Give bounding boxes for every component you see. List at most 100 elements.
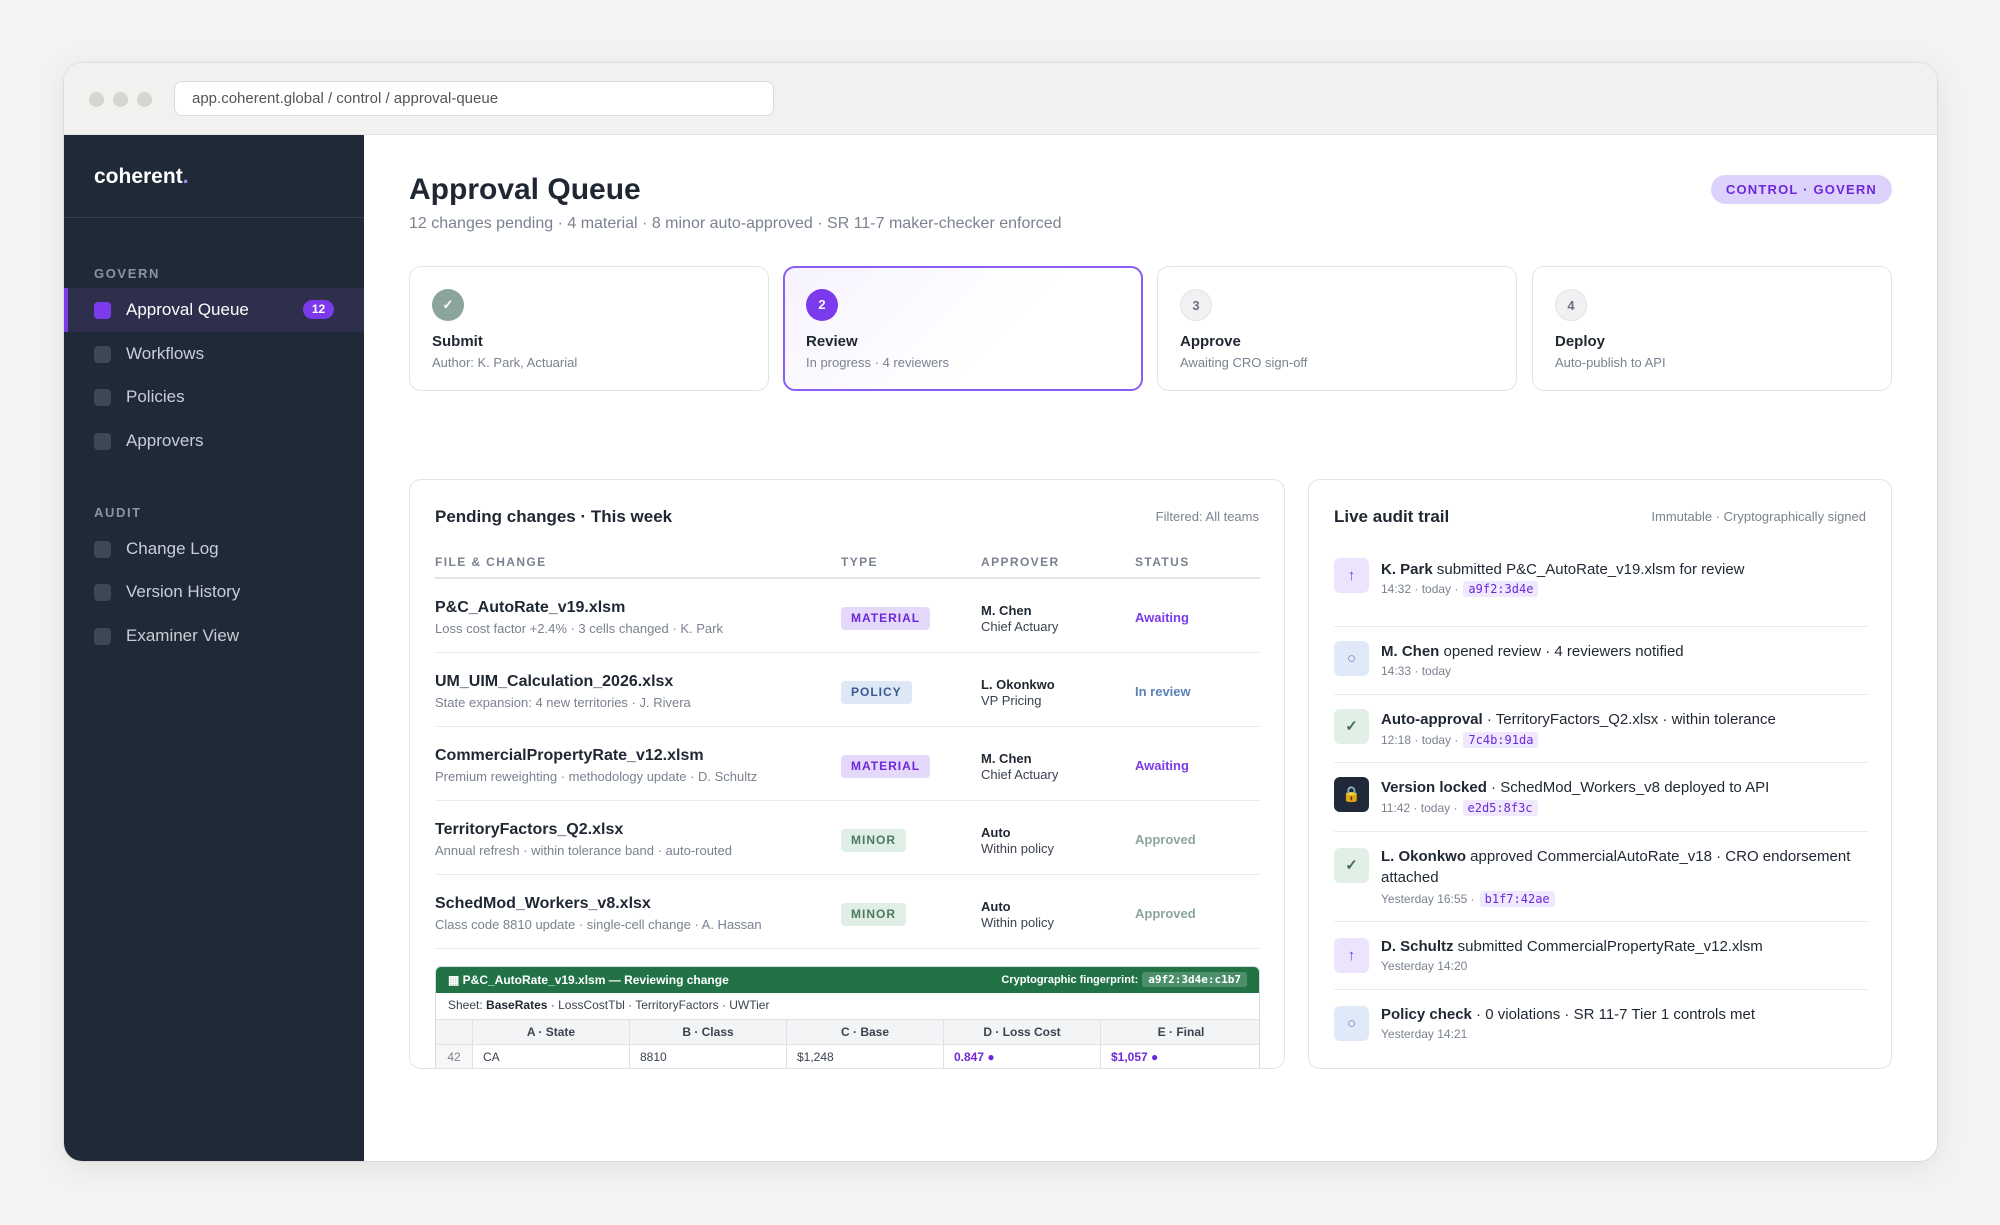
file-name[interactable]: SchedMod_Workers_v8.xlsx xyxy=(435,895,651,913)
window-zoom-dot[interactable] xyxy=(137,92,152,107)
event-text: M. Chen opened review · 4 reviewers noti… xyxy=(1381,643,1684,660)
version-history-icon xyxy=(94,584,111,601)
approvers-icon xyxy=(94,433,111,450)
upload-icon: ↑ xyxy=(1334,558,1369,593)
audit-event[interactable]: 🔒 Version locked · SchedMod_Workers_v8 d… xyxy=(1334,763,1869,832)
pending-changes-card: Pending changes · This week Filtered: Al… xyxy=(409,479,1285,1069)
audit-event[interactable]: ↑ K. Park submitted P&C_AutoRate_v19.xls… xyxy=(1334,558,1869,627)
grid-cell-changed[interactable]: 0.847 ● xyxy=(944,1045,1101,1068)
grid-column-header[interactable]: C · Base xyxy=(787,1020,944,1046)
grid-column-header[interactable]: D · Loss Cost xyxy=(944,1020,1101,1046)
sidebar-item-label: Approvers xyxy=(126,431,204,450)
audit-trail-card: Live audit trail Immutable · Cryptograph… xyxy=(1308,479,1892,1069)
step-description: Awaiting CRO sign-off xyxy=(1180,355,1308,370)
audit-trail-title: Live audit trail xyxy=(1334,507,1450,526)
approver-role: Chief Actuary xyxy=(981,619,1059,634)
address-bar[interactable]: app.coherent.global / control / approval… xyxy=(174,81,774,116)
table-row[interactable]: P&C_AutoRate_v19.xlsm Loss cost factor +… xyxy=(435,579,1260,653)
audit-event[interactable]: ✓ L. Okonkwo approved CommercialAutoRate… xyxy=(1334,832,1869,922)
check-icon: ✓ xyxy=(432,289,464,321)
file-name[interactable]: UM_UIM_Calculation_2026.xlsx xyxy=(435,673,673,691)
sidebar-item-label: Version History xyxy=(126,582,241,601)
grid-cell-changed[interactable]: $1,057 ● xyxy=(1101,1045,1259,1068)
event-meta: 11:42 · today · e2d5:8f3c xyxy=(1381,800,1538,816)
column-header-status[interactable]: STATUS xyxy=(1135,555,1190,569)
status-label: Approved xyxy=(1135,832,1196,847)
audit-event[interactable]: ○ M. Chen opened review · 4 reviewers no… xyxy=(1334,627,1869,695)
event-meta: Yesterday 16:55 · b1f7:42ae xyxy=(1381,891,1555,907)
event-meta: Yesterday 14:20 xyxy=(1381,959,1468,973)
step-title: Review xyxy=(806,333,858,350)
file-name[interactable]: P&C_AutoRate_v19.xlsm xyxy=(435,599,625,617)
lock-icon: 🔒 xyxy=(1334,777,1369,812)
step-deploy[interactable]: 4 Deploy Auto-publish to API xyxy=(1532,266,1892,391)
grid-column-header[interactable]: E · Final xyxy=(1101,1020,1259,1046)
step-title: Approve xyxy=(1180,333,1241,350)
section-badge: CONTROL · GOVERN xyxy=(1710,175,1892,204)
workflows-icon xyxy=(94,346,111,363)
grid-header-row: A · State B · Class C · Base D · Loss Co… xyxy=(436,1019,1259,1046)
circle-icon: ○ xyxy=(1334,641,1369,676)
step-submit[interactable]: ✓ Submit Author: K. Park, Actuarial xyxy=(409,266,769,391)
column-header-file[interactable]: FILE & CHANGE xyxy=(435,555,547,569)
grid-column-header[interactable]: B · Class xyxy=(630,1020,787,1046)
column-header-approver[interactable]: APPROVER xyxy=(981,555,1060,569)
sidebar-item-workflows[interactable]: Workflows xyxy=(64,332,364,376)
change-description: Annual refresh · within tolerance band ·… xyxy=(435,843,733,858)
table-row[interactable]: UM_UIM_Calculation_2026.xlsx State expan… xyxy=(435,653,1260,727)
event-text: L. Okonkwo approved CommercialAutoRate_v… xyxy=(1381,848,1851,886)
spreadsheet-icon: ▦ xyxy=(448,973,463,987)
spreadsheet-preview[interactable]: ▦ P&C_AutoRate_v19.xlsm — Reviewing chan… xyxy=(435,966,1260,1068)
count-badge: 12 xyxy=(303,300,334,319)
approver-role: Chief Actuary xyxy=(981,767,1059,782)
grid-cell[interactable]: CA xyxy=(473,1045,630,1068)
check-icon: ✓ xyxy=(1334,709,1369,744)
grid-cell[interactable]: 8810 xyxy=(630,1045,787,1068)
spreadsheet-title: ▦ P&C_AutoRate_v19.xlsm — Reviewing chan… xyxy=(448,973,729,987)
window-minimize-dot[interactable] xyxy=(113,92,128,107)
sidebar-item-approvers[interactable]: Approvers xyxy=(64,419,364,463)
main-content: Approval Queue 12 changes pending · 4 ma… xyxy=(364,135,1937,1161)
browser-window: app.coherent.global / control / approval… xyxy=(64,63,1937,1161)
event-hash: b1f7:42ae xyxy=(1479,891,1555,907)
sidebar-item-approval-queue[interactable]: Approval Queue 12 xyxy=(64,288,364,332)
table-row[interactable]: TerritoryFactors_Q2.xlsx Annual refresh … xyxy=(435,801,1260,875)
event-text: D. Schultz submitted CommercialPropertyR… xyxy=(1381,938,1763,955)
table-row[interactable]: CommercialPropertyRate_v12.xlsm Premium … xyxy=(435,727,1260,801)
sidebar-item-policies[interactable]: Policies xyxy=(64,375,364,419)
approver-name: Auto xyxy=(981,899,1011,914)
table-row[interactable]: SchedMod_Workers_v8.xlsx Class code 8810… xyxy=(435,875,1260,949)
window-close-dot[interactable] xyxy=(89,92,104,107)
step-description: Author: K. Park, Actuarial xyxy=(432,355,578,370)
grid-data-row: 42 CA 8810 $1,248 0.847 ● $1,057 ● xyxy=(436,1045,1259,1068)
approver-role: Within policy xyxy=(981,915,1054,930)
sidebar-item-change-log[interactable]: Change Log xyxy=(64,527,364,571)
event-text: Auto-approval · TerritoryFactors_Q2.xlsx… xyxy=(1381,711,1776,728)
pending-changes-title: Pending changes · This week xyxy=(435,507,673,526)
event-hash: 7c4b:91da xyxy=(1463,732,1539,748)
type-badge: MINOR xyxy=(841,903,906,926)
approver-name: Auto xyxy=(981,825,1011,840)
change-description: Loss cost factor +2.4% · 3 cells changed… xyxy=(435,621,723,636)
file-name[interactable]: CommercialPropertyRate_v12.xlsm xyxy=(435,747,704,765)
brand-logo[interactable]: coherent. xyxy=(94,165,189,189)
type-badge: MATERIAL xyxy=(841,755,931,778)
step-review[interactable]: 2 Review In progress · 4 reviewers xyxy=(783,266,1143,391)
approver-role: VP Pricing xyxy=(981,693,1042,708)
grid-cell[interactable]: $1,248 xyxy=(787,1045,944,1068)
page-subtitle: 12 changes pending · 4 material · 8 mino… xyxy=(409,215,1062,232)
sheet-tabs[interactable]: Sheet: BaseRates · LossCostTbl · Territo… xyxy=(448,998,769,1012)
active-sheet-tab[interactable]: BaseRates xyxy=(486,998,547,1012)
status-label: Awaiting xyxy=(1135,758,1189,773)
step-title: Submit xyxy=(432,333,483,350)
step-approve[interactable]: 3 Approve Awaiting CRO sign-off xyxy=(1157,266,1517,391)
file-name[interactable]: TerritoryFactors_Q2.xlsx xyxy=(435,821,623,839)
audit-event[interactable]: ✓ Auto-approval · TerritoryFactors_Q2.xl… xyxy=(1334,695,1869,763)
grid-column-header[interactable]: A · State xyxy=(473,1020,630,1046)
sidebar-item-examiner-view[interactable]: Examiner View xyxy=(64,614,364,658)
audit-event[interactable]: ↑ D. Schultz submitted CommercialPropert… xyxy=(1334,922,1869,990)
sidebar-item-version-history[interactable]: Version History xyxy=(64,570,364,614)
column-header-type[interactable]: TYPE xyxy=(841,555,878,569)
team-filter[interactable]: Filtered: All teams xyxy=(1156,509,1259,524)
audit-event[interactable]: ○ Policy check · 0 violations · SR 11-7 … xyxy=(1334,990,1869,1058)
